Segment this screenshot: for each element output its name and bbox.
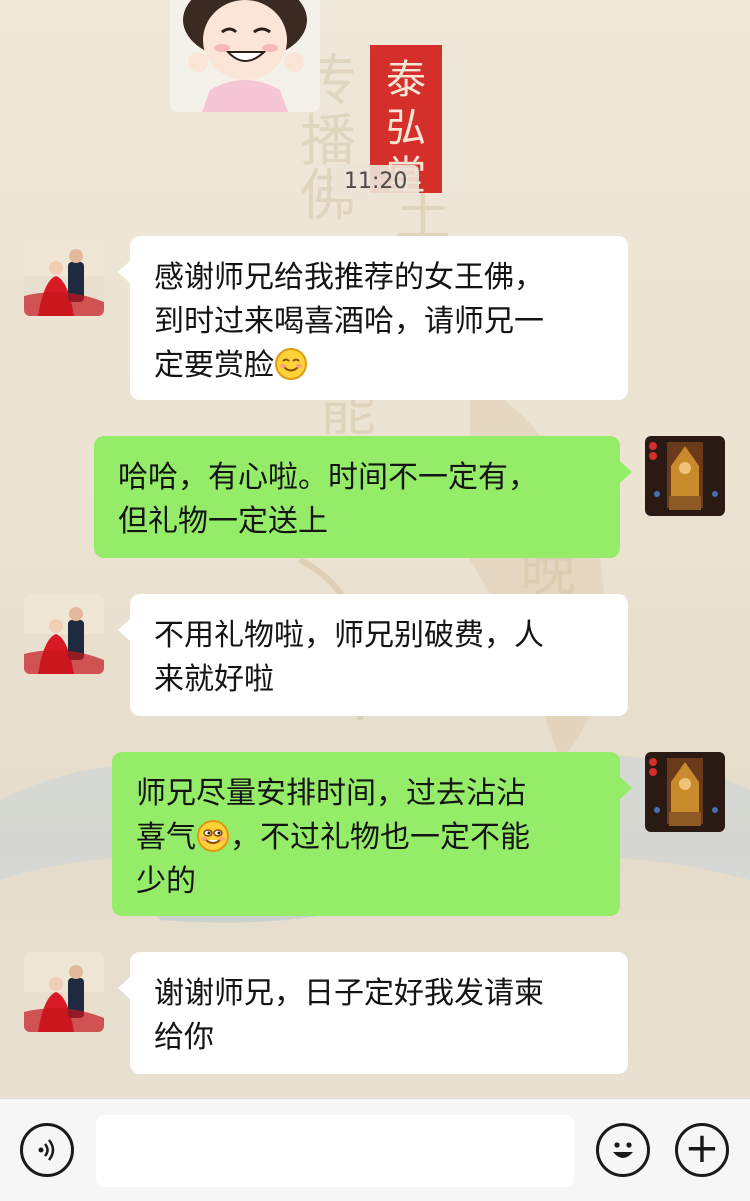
plus-icon[interactable]: + [675, 1123, 729, 1177]
message-line: 谢谢师兄，日子定好我发请柬 [154, 976, 544, 1011]
message-line: 不用礼物啦，师兄别破费，人 [154, 618, 544, 653]
received-message-bubble[interactable]: 谢谢师兄，日子定好我发请柬 给你 [118, 952, 628, 1074]
contact-avatar[interactable] [24, 236, 104, 316]
user-avatar[interactable] [645, 436, 725, 516]
message-line: 哈哈，有心啦。时间不一定有， [118, 460, 538, 495]
sent-message-bubble[interactable]: 师兄尽量安排时间，过去沾沾 喜气 ，不过礼物也一定不能 少的 [112, 752, 632, 916]
message-line: 感谢师兄给我推荐的女王佛， [154, 260, 544, 295]
message-line: 定要赏脸 [154, 344, 604, 388]
message-line: 但礼物一定送上 [118, 504, 328, 539]
emoji-icon[interactable] [596, 1123, 650, 1177]
message-timestamp: 11:20 [332, 165, 420, 199]
message-line: 喜气 ，不过礼物也一定不能 [136, 820, 530, 855]
svg-text:弘: 弘 [386, 105, 426, 151]
grinning-sweat-emoji [197, 820, 229, 852]
user-avatar[interactable] [645, 752, 725, 832]
received-message-bubble[interactable]: 不用礼物啦，师兄别破费，人 来就好啦 [118, 594, 628, 716]
received-message-bubble[interactable]: 感谢师兄给我推荐的女王佛， 到时过来喝喜酒哈，请师兄一 定要赏脸 [118, 236, 628, 400]
message-line: 到时过来喝喜酒哈，请师兄一 [154, 304, 544, 339]
voice-icon[interactable] [20, 1123, 74, 1177]
message-line: 师兄尽量安排时间，过去沾沾 [136, 776, 526, 811]
smiling-face-emoji [275, 348, 307, 380]
sent-message-bubble[interactable]: 哈哈，有心啦。时间不一定有， 但礼物一定送上 [94, 436, 632, 558]
plus-label: + [684, 1123, 720, 1172]
cartoon-girl-sticker[interactable] [170, 0, 320, 112]
contact-avatar[interactable] [24, 952, 104, 1032]
message-line: 给你 [154, 1020, 214, 1055]
contact-avatar[interactable] [24, 594, 104, 674]
message-line: 少的 [136, 864, 196, 899]
message-line: 来就好啦 [154, 662, 274, 697]
chat-input-bar: + [0, 1098, 750, 1201]
message-input[interactable] [96, 1115, 574, 1187]
svg-text:泰: 泰 [386, 57, 426, 103]
